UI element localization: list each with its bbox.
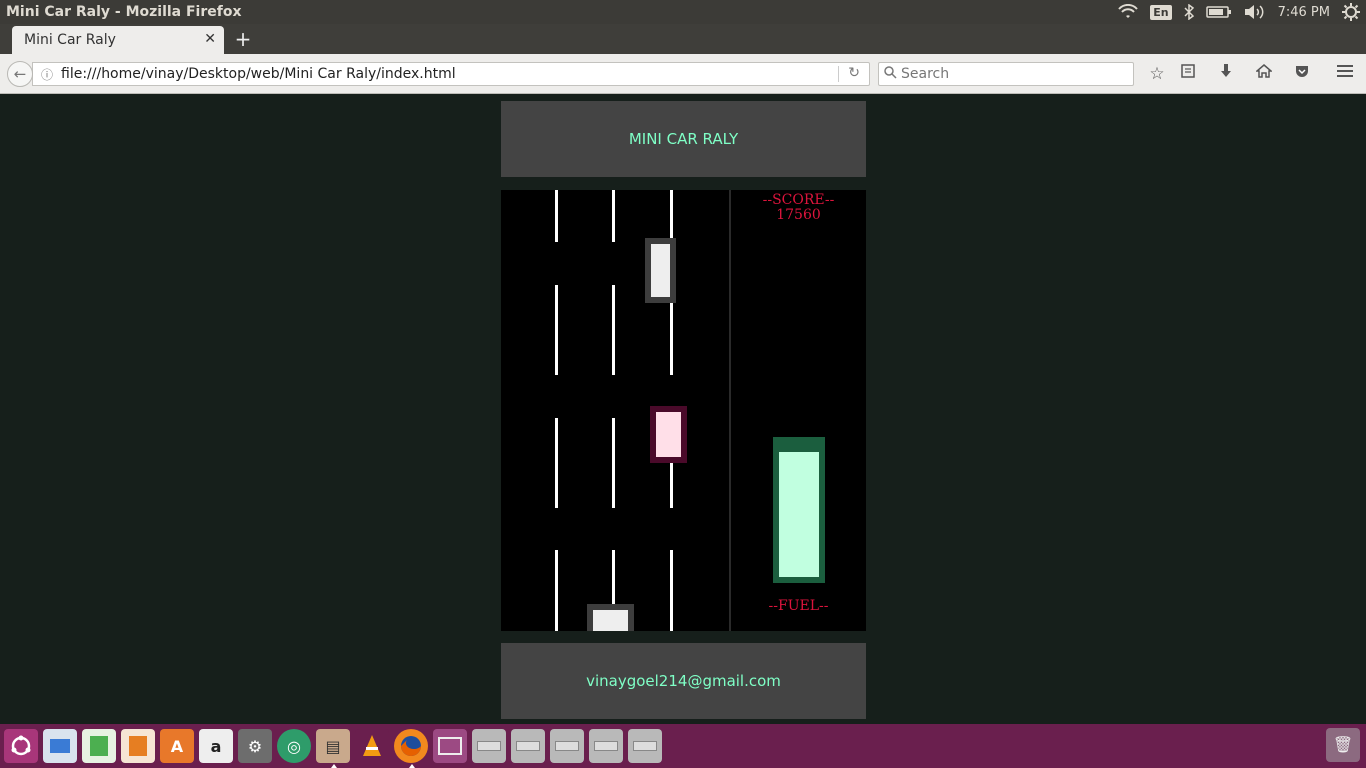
battery-icon[interactable] [1200, 0, 1238, 24]
presentation-icon[interactable] [121, 729, 155, 763]
enemy-car-gray [645, 238, 676, 303]
trash-icon[interactable]: 🗑 [1326, 728, 1360, 762]
lane-marking [612, 418, 615, 508]
software-center-icon[interactable]: A [160, 729, 194, 763]
lane-marking [612, 190, 615, 242]
spreadsheet-icon[interactable] [82, 729, 116, 763]
contact-email: vinaygoel214@gmail.com [586, 672, 781, 690]
web-page: MINI CAR RALY --SCORE-- 17560 --FUEL-- v… [0, 95, 1366, 724]
reload-icon[interactable]: ↻ [848, 65, 860, 81]
system-settings-icon[interactable]: ⚙ [238, 729, 272, 763]
lane-marking [670, 550, 673, 631]
drive-icon[interactable] [589, 729, 623, 763]
clock[interactable]: 7:46 PM [1272, 0, 1336, 24]
running-indicator [409, 764, 415, 768]
navigation-toolbar: ⓘ file:///home/vinay/Desktop/web/Mini Ca… [0, 54, 1366, 94]
network-icon[interactable]: ◎ [277, 729, 311, 763]
ubuntu-dash-icon[interactable] [4, 729, 38, 763]
site-info-icon[interactable]: ⓘ [33, 66, 61, 83]
running-indicator [331, 764, 337, 768]
amazon-icon[interactable]: a [199, 729, 233, 763]
tab-title: Mini Car Raly [24, 32, 116, 48]
enemy-car-pink [650, 406, 687, 463]
score-value: 17560 [776, 207, 821, 223]
lane-marking [555, 550, 558, 631]
search-input[interactable] [901, 66, 1121, 82]
terminal-window-icon[interactable] [433, 729, 467, 763]
vlc-icon[interactable] [355, 729, 389, 763]
download-icon[interactable] [1214, 62, 1238, 86]
image-viewer-icon[interactable] [43, 729, 77, 763]
wifi-icon[interactable] [1112, 0, 1144, 24]
drive-icon[interactable] [628, 729, 662, 763]
lane-marking [555, 190, 558, 242]
fuel-level-fill [779, 452, 819, 577]
drive-icon[interactable] [472, 729, 506, 763]
os-top-panel: Mini Car Raly - Mozilla Firefox En 7:46 … [0, 0, 1366, 24]
url-bar[interactable]: ⓘ file:///home/vinay/Desktop/web/Mini Ca… [32, 62, 870, 86]
window-title: Mini Car Raly - Mozilla Firefox [6, 4, 242, 20]
menu-icon[interactable] [1333, 62, 1357, 86]
power-settings-icon[interactable] [1336, 0, 1366, 24]
bluetooth-icon[interactable] [1178, 0, 1200, 24]
search-icon [879, 65, 901, 83]
drive-icon[interactable] [511, 729, 545, 763]
road [501, 190, 729, 631]
close-tab-icon[interactable]: ✕ [204, 31, 216, 47]
game-canvas[interactable]: --SCORE-- 17560 --FUEL-- [501, 190, 866, 631]
ubuntu-launcher: A a ⚙ ◎ ▤ 🗑 [0, 724, 1366, 768]
volume-icon[interactable] [1238, 0, 1272, 24]
tab-bar: Mini Car Raly ✕ + [0, 24, 1366, 54]
bookmark-star-icon[interactable]: ☆ [1145, 62, 1169, 86]
game-footer: vinaygoel214@gmail.com [501, 643, 866, 719]
tab-mini-car-raly[interactable]: Mini Car Raly ✕ [12, 26, 224, 54]
url-text[interactable]: file:///home/vinay/Desktop/web/Mini Car … [61, 66, 456, 82]
system-tray: En 7:46 PM [1112, 0, 1366, 24]
reading-list-icon[interactable] [1176, 62, 1200, 86]
search-bar[interactable] [878, 62, 1134, 86]
score-label: --SCORE-- [762, 192, 835, 208]
lane-marking [555, 285, 558, 375]
pocket-icon[interactable] [1290, 62, 1314, 86]
fuel-gauge [773, 437, 825, 583]
file-archive-icon[interactable]: ▤ [316, 729, 350, 768]
drive-icon[interactable] [550, 729, 584, 763]
home-icon[interactable] [1252, 62, 1276, 86]
lane-marking [612, 285, 615, 375]
back-button[interactable]: ← [7, 61, 33, 87]
game-title: MINI CAR RALY [628, 130, 739, 148]
game-header: MINI CAR RALY [501, 101, 866, 177]
url-divider [838, 66, 839, 82]
player-car[interactable] [587, 604, 634, 631]
keyboard-layout-icon[interactable]: En [1144, 0, 1177, 24]
lane-marking [670, 190, 673, 242]
firefox-icon[interactable] [394, 729, 428, 768]
lane-marking [555, 418, 558, 508]
new-tab-icon[interactable]: + [232, 28, 254, 50]
fuel-label: --FUEL-- [768, 598, 829, 614]
status-panel: --SCORE-- 17560 --FUEL-- [731, 190, 866, 631]
